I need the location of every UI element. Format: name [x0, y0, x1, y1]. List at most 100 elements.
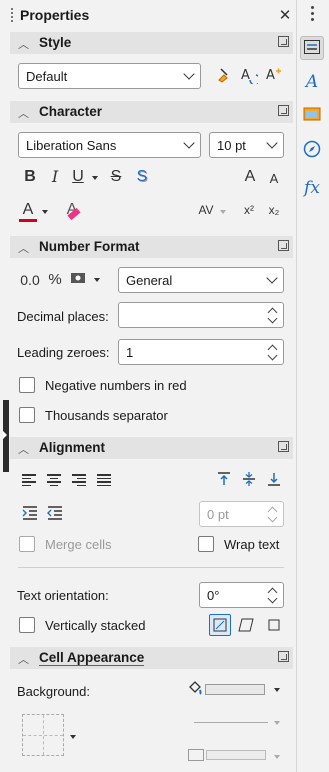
- text-orientation-spinbox[interactable]: 0°: [199, 582, 284, 608]
- leading-zeroes-value: 1: [126, 345, 134, 360]
- cell-appearance-section-header[interactable]: ︿ Cell Appearance: [10, 647, 293, 669]
- alignment-section-header[interactable]: ︿ Alignment: [10, 437, 293, 459]
- align-bottom-icon[interactable]: [265, 471, 283, 491]
- font-color-dropdown-icon[interactable]: [42, 210, 48, 214]
- decimal-places-spinbox[interactable]: [118, 302, 284, 328]
- decimal-places-label: Decimal places:: [17, 309, 109, 324]
- decrease-indent-icon[interactable]: [45, 506, 65, 524]
- cell-border-preview-icon[interactable]: [22, 714, 64, 756]
- style-section-header[interactable]: ︿ Style: [10, 32, 293, 54]
- navigator-tab-icon[interactable]: [300, 140, 324, 164]
- negative-red-checkbox[interactable]: [19, 377, 35, 393]
- orientation-box-icon[interactable]: [264, 615, 284, 635]
- merge-cells-checkbox[interactable]: [19, 536, 35, 552]
- background-dropdown-icon[interactable]: [274, 688, 280, 692]
- more-options-icon[interactable]: [278, 36, 289, 47]
- bold-icon[interactable]: B: [20, 168, 40, 186]
- chevron-down-icon: [183, 137, 195, 149]
- character-section-title: Character: [39, 104, 103, 119]
- spin-arrows-icon[interactable]: [268, 344, 277, 360]
- thousands-separator-label[interactable]: Thousands separator: [45, 408, 168, 423]
- orientation-slanted-icon[interactable]: [236, 615, 256, 635]
- chevron-down-icon: [266, 272, 278, 284]
- spacing-dropdown-icon[interactable]: [220, 210, 226, 214]
- border-color-swatch[interactable]: [206, 750, 266, 760]
- line-style-preview[interactable]: [194, 722, 268, 723]
- spin-arrows-icon[interactable]: [268, 506, 277, 522]
- grow-font-icon[interactable]: A: [240, 168, 260, 186]
- align-center-icon[interactable]: [47, 474, 61, 488]
- number-format-section-header[interactable]: ︿ Number Format: [10, 236, 293, 258]
- collapse-icon[interactable]: ︿: [18, 36, 29, 52]
- negative-red-label[interactable]: Negative numbers in red: [45, 378, 187, 393]
- spin-arrows-icon[interactable]: [268, 307, 277, 323]
- shadow-icon[interactable]: S: [132, 168, 152, 186]
- wrap-text-label[interactable]: Wrap text: [224, 537, 279, 552]
- leading-zeroes-spinbox[interactable]: 1: [118, 339, 284, 365]
- align-justify-icon[interactable]: [97, 474, 111, 488]
- vertically-stacked-label[interactable]: Vertically stacked: [45, 618, 145, 633]
- close-icon[interactable]: ✕: [277, 6, 293, 24]
- more-options-icon[interactable]: [278, 441, 289, 452]
- underline-icon[interactable]: U: [68, 168, 88, 186]
- wrap-text-checkbox[interactable]: [198, 536, 214, 552]
- align-left-icon[interactable]: [22, 474, 36, 488]
- text-orientation-value: 0°: [207, 588, 220, 603]
- style-select[interactable]: Default: [18, 63, 201, 89]
- border-color-icon[interactable]: [188, 749, 204, 761]
- align-top-icon[interactable]: [215, 471, 233, 491]
- font-name-value: Liberation Sans: [26, 138, 117, 153]
- leading-zeroes-label: Leading zeroes:: [17, 345, 110, 360]
- subscript-icon[interactable]: x₂: [264, 201, 284, 219]
- indent-spinbox[interactable]: 0 pt: [199, 501, 284, 527]
- collapse-arrow-icon: [3, 431, 7, 439]
- chevron-down-icon: [183, 68, 195, 80]
- increase-indent-icon[interactable]: [20, 506, 40, 524]
- orientation-standard-button[interactable]: [209, 614, 231, 636]
- more-options-icon[interactable]: [278, 105, 289, 116]
- number-format-select[interactable]: General: [118, 267, 284, 293]
- collapse-icon[interactable]: ︿: [18, 105, 29, 121]
- functions-tab-icon[interactable]: fx: [300, 176, 324, 200]
- drag-handle-icon[interactable]: [10, 8, 14, 24]
- styles-tab-icon[interactable]: A: [300, 70, 324, 94]
- thousands-separator-checkbox[interactable]: [19, 407, 35, 423]
- set-style-icon[interactable]: [214, 66, 234, 88]
- superscript-icon[interactable]: x²: [239, 201, 259, 219]
- align-right-icon[interactable]: [72, 474, 86, 488]
- percent-format-icon[interactable]: %: [46, 271, 64, 289]
- spin-arrows-icon[interactable]: [268, 587, 277, 603]
- gallery-tab-icon[interactable]: [300, 104, 324, 128]
- vertically-stacked-checkbox[interactable]: [19, 617, 35, 633]
- font-size-value: 10 pt: [217, 138, 246, 153]
- new-style-icon[interactable]: A: [264, 66, 284, 88]
- background-color-swatch[interactable]: [205, 684, 265, 695]
- sidebar-left-edge: [0, 0, 9, 772]
- cell-border-dropdown-icon[interactable]: [70, 735, 76, 739]
- character-section-header[interactable]: ︿ Character: [10, 101, 293, 123]
- collapse-icon[interactable]: ︿: [18, 441, 29, 457]
- font-name-select[interactable]: Liberation Sans: [18, 132, 201, 158]
- merge-cells-label[interactable]: Merge cells: [45, 537, 111, 552]
- border-color-dropdown-icon[interactable]: [274, 755, 280, 759]
- number-format-icon[interactable]: 0.0: [20, 271, 40, 289]
- more-options-icon[interactable]: [278, 240, 289, 251]
- align-middle-icon[interactable]: [240, 471, 258, 491]
- currency-format-icon[interactable]: [68, 271, 90, 289]
- fill-bucket-icon[interactable]: [186, 681, 204, 701]
- line-style-dropdown-icon[interactable]: [274, 721, 280, 725]
- character-spacing-icon[interactable]: AV: [195, 201, 217, 219]
- collapse-icon[interactable]: ︿: [18, 240, 29, 256]
- more-options-icon[interactable]: [278, 651, 289, 662]
- collapse-icon[interactable]: ︿: [18, 651, 29, 667]
- properties-tab-icon[interactable]: [300, 36, 324, 60]
- more-options-icon[interactable]: [309, 6, 315, 24]
- underline-dropdown-icon[interactable]: [92, 176, 98, 180]
- strikethrough-icon[interactable]: S: [106, 168, 126, 186]
- currency-dropdown-icon[interactable]: [94, 278, 100, 282]
- shrink-font-icon[interactable]: A: [265, 170, 283, 188]
- update-style-icon[interactable]: A: [239, 66, 261, 88]
- font-size-select[interactable]: 10 pt: [209, 132, 284, 158]
- font-color-icon[interactable]: A: [18, 201, 38, 219]
- italic-icon[interactable]: I: [45, 168, 65, 186]
